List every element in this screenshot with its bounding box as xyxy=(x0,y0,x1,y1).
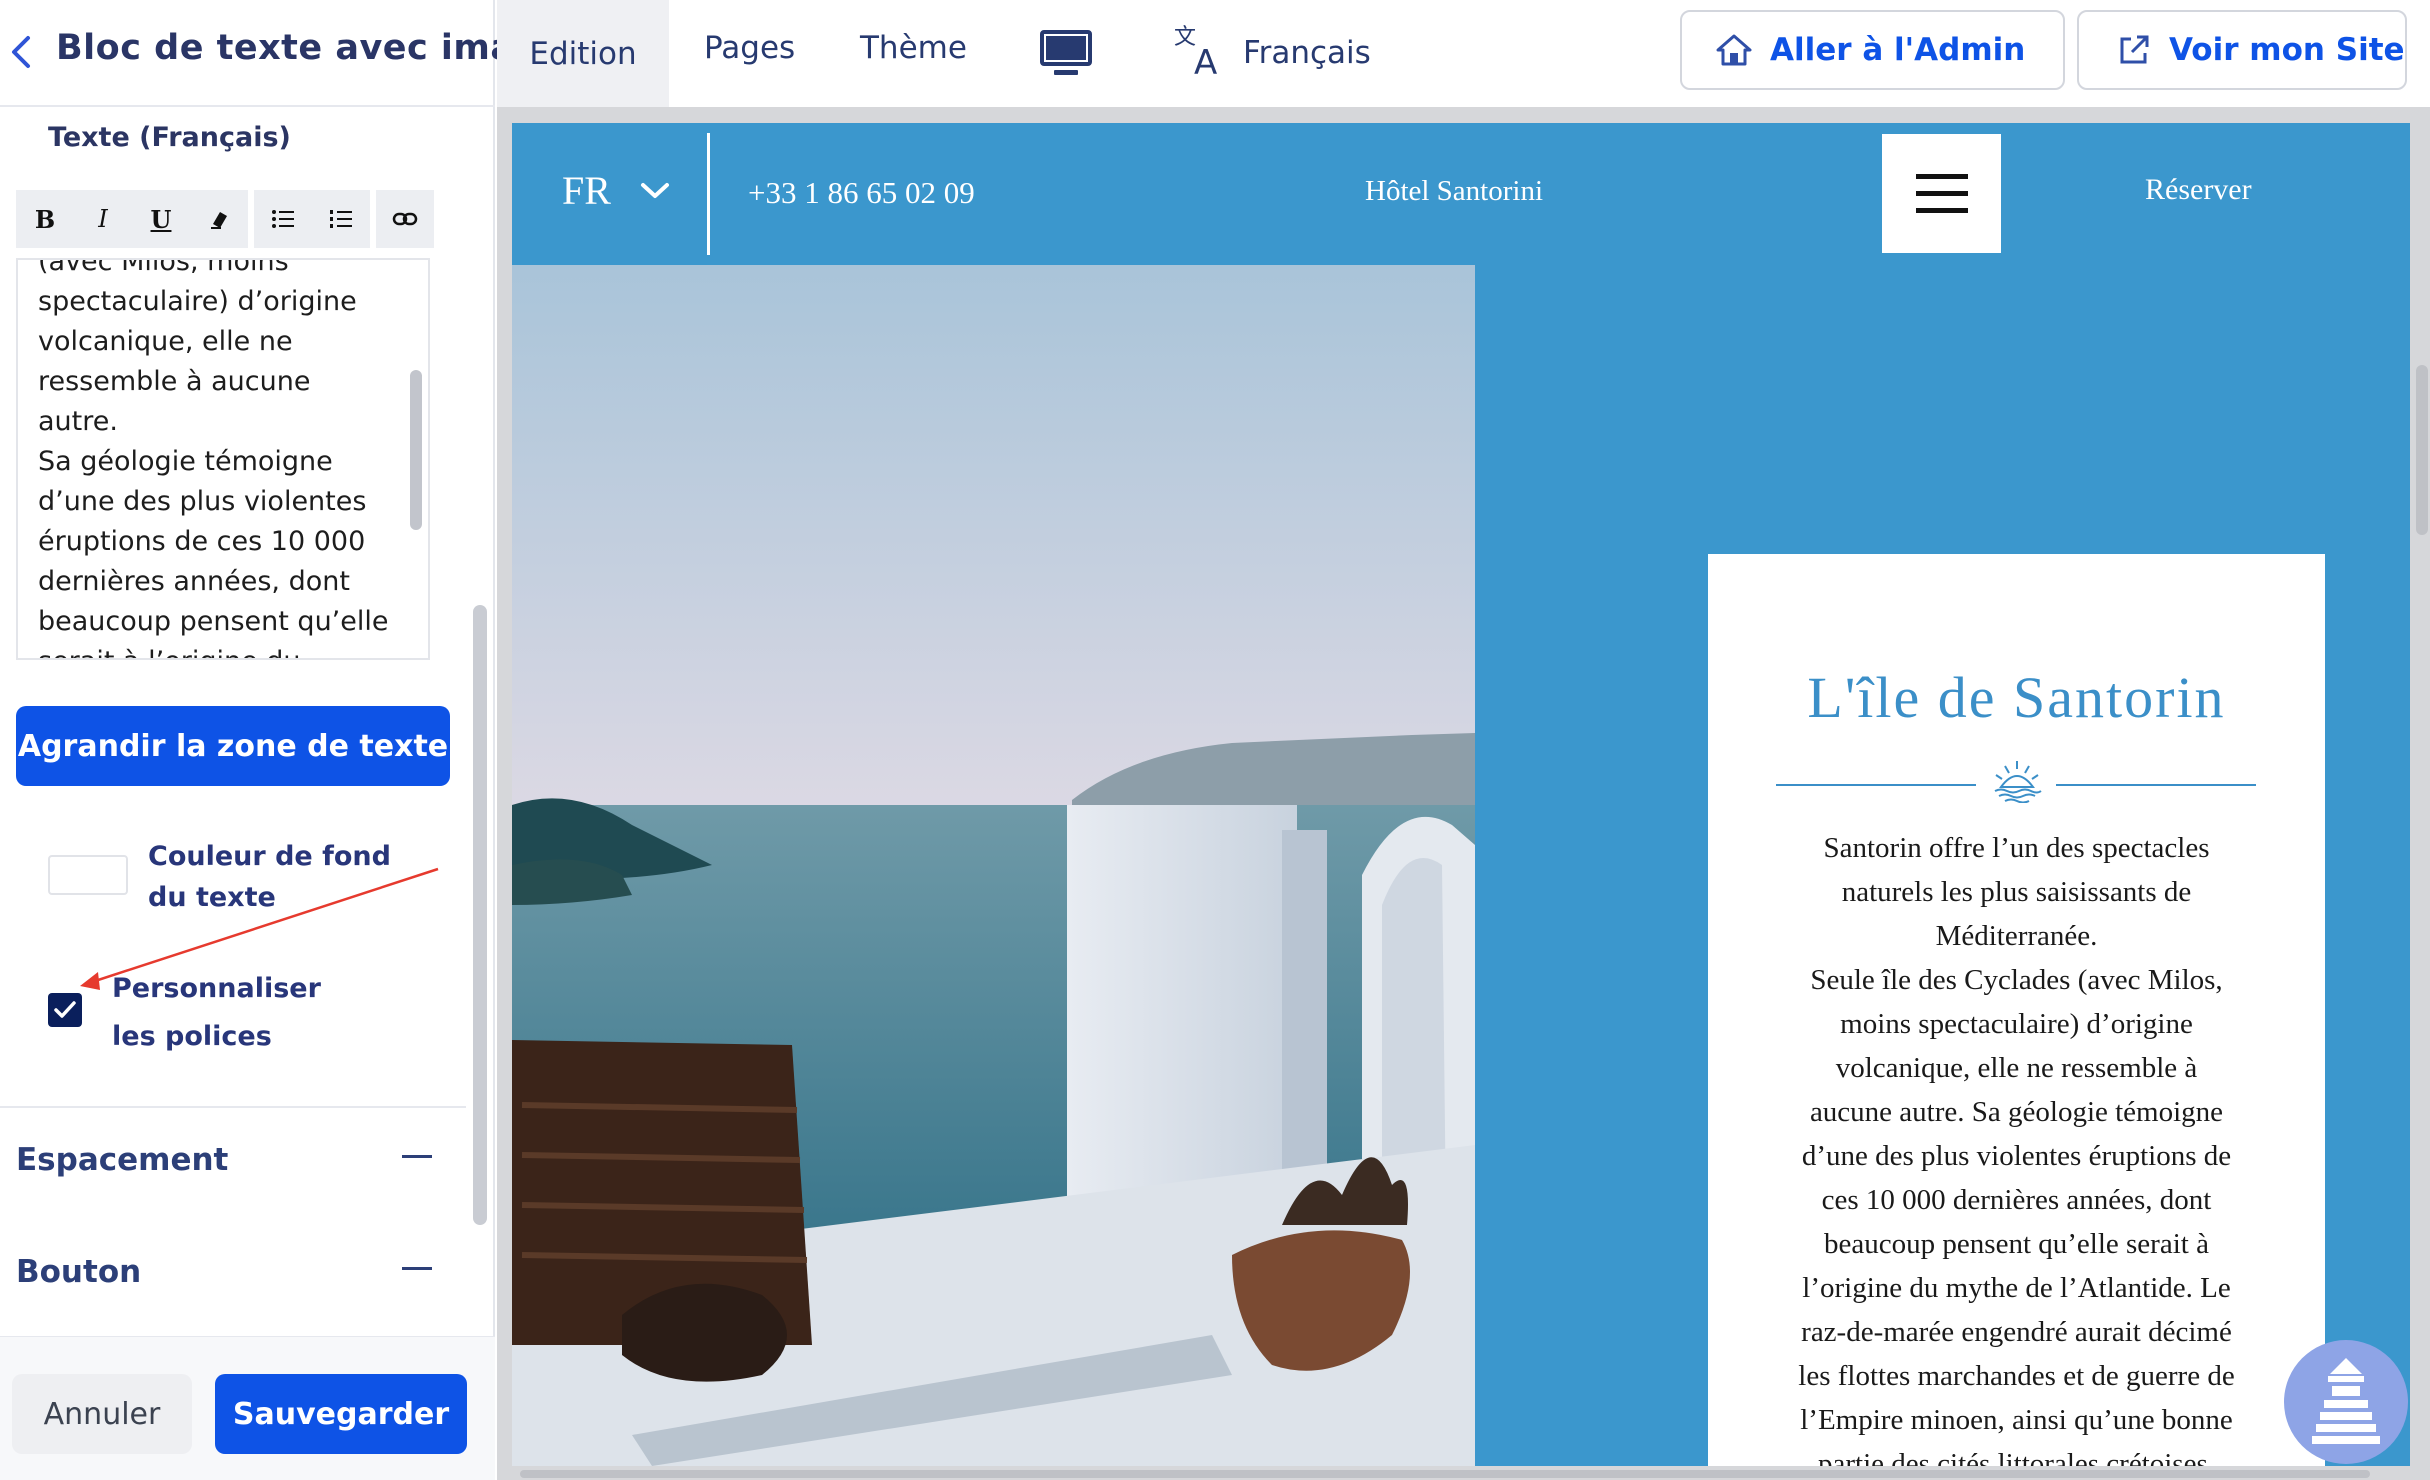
link-group xyxy=(376,190,434,248)
link-icon xyxy=(392,212,418,226)
text-bg-color-swatch[interactable] xyxy=(48,855,128,895)
site-name[interactable]: Hôtel Santorini xyxy=(1365,175,1543,208)
minus-icon[interactable] xyxy=(402,1155,432,1158)
lighthouse-icon xyxy=(2312,1358,2380,1444)
editor-sidebar: Bloc de texte avec image Texte (Français… xyxy=(0,0,564,1480)
admin-button-label: Aller à l'Admin xyxy=(1770,32,2026,68)
top-navigation: Edition Pages Thème 文 A Français Aller à… xyxy=(497,0,2430,107)
bullet-list-icon xyxy=(272,210,294,228)
site-reserve-link[interactable]: Réserver xyxy=(2145,173,2252,207)
translate-icon[interactable]: 文 A xyxy=(1172,20,1230,78)
underline-button[interactable]: U xyxy=(146,199,176,239)
view-site-button[interactable]: Voir mon Site xyxy=(2077,10,2407,90)
numbered-list-icon xyxy=(330,210,352,228)
format-group: B I U xyxy=(16,190,248,248)
italic-button[interactable]: I xyxy=(88,199,118,239)
site-preview[interactable]: FR +33 1 86 65 02 09 Hôtel Santorini Rés… xyxy=(512,123,2410,1466)
sidebar-footer: Annuler Sauvegarder xyxy=(0,1336,495,1480)
cancel-button[interactable]: Annuler xyxy=(12,1374,192,1454)
rich-text-editor[interactable]: (avec Milos, moins spectaculaire) d’orig… xyxy=(16,258,430,660)
link-button[interactable] xyxy=(390,199,420,239)
save-button[interactable]: Sauvegarder xyxy=(215,1374,467,1454)
help-widget-button[interactable] xyxy=(2284,1340,2408,1464)
site-header: FR +33 1 86 65 02 09 Hôtel Santorini Rés… xyxy=(512,123,2410,265)
tab-pages[interactable]: Pages xyxy=(704,30,795,66)
clear-format-button[interactable] xyxy=(204,199,234,239)
desktop-monitor-icon[interactable] xyxy=(1040,28,1092,80)
checkmark-icon xyxy=(54,1001,76,1018)
sunrise-icon xyxy=(1994,761,2042,803)
sidebar-scrollbar[interactable] xyxy=(473,605,487,1225)
card-title: L'île de Santorin xyxy=(1807,665,2226,730)
text-field-label: Texte (Français) xyxy=(48,122,291,153)
header-separator xyxy=(707,133,710,255)
chevron-left-icon[interactable] xyxy=(8,32,34,72)
go-to-admin-button[interactable]: Aller à l'Admin xyxy=(1680,10,2065,90)
card-rule-left xyxy=(1776,784,1976,786)
sidebar-title: Bloc de texte avec image xyxy=(56,28,565,68)
home-icon xyxy=(1716,34,1752,66)
tab-edition[interactable]: Edition xyxy=(497,0,669,107)
site-button-label: Voir mon Site xyxy=(2169,32,2405,68)
card-rule-right xyxy=(2056,784,2256,786)
custom-fonts-checkbox[interactable] xyxy=(48,993,82,1027)
section-button-header[interactable]: Bouton xyxy=(16,1254,141,1290)
text-card[interactable]: L'île de Santorin Santorin offre l’un de… xyxy=(1708,554,2325,1466)
minus-icon[interactable] xyxy=(402,1267,432,1270)
section-divider xyxy=(0,1106,466,1108)
text-bg-color-label: Couleur de fond du texte xyxy=(148,841,391,913)
editor-text: (avec Milos, moins spectaculaire) d’orig… xyxy=(38,258,389,658)
card-body: Santorin offre l’un des spectacles natur… xyxy=(1798,832,2235,1466)
hamburger-menu-button[interactable] xyxy=(1882,134,2001,253)
svg-text:文: 文 xyxy=(1174,25,1196,50)
external-link-icon xyxy=(2120,35,2149,64)
numbered-list-button[interactable] xyxy=(326,199,356,239)
eraser-icon xyxy=(211,212,227,229)
section-spacing-header[interactable]: Espacement xyxy=(16,1142,228,1178)
santorini-photo xyxy=(512,265,1475,1466)
preview-scrollbar-horizontal[interactable] xyxy=(520,1470,2370,1478)
enlarge-textarea-button[interactable]: Agrandir la zone de texte xyxy=(16,706,450,786)
preview-scrollbar-vertical[interactable] xyxy=(2416,365,2428,535)
svg-text:A: A xyxy=(1194,43,1217,78)
rich-text-toolbar: B I U xyxy=(16,190,434,248)
list-group xyxy=(254,190,370,248)
site-language[interactable]: FR xyxy=(562,167,611,214)
bold-button[interactable]: B xyxy=(30,199,60,239)
editor-scrollbar[interactable] xyxy=(410,370,422,530)
hamburger-icon xyxy=(1915,173,1968,213)
tab-theme[interactable]: Thème xyxy=(860,30,967,66)
custom-fonts-label: Personnaliser les polices xyxy=(112,973,321,1052)
bullet-list-button[interactable] xyxy=(268,199,298,239)
language-selector[interactable]: Français xyxy=(1243,35,1371,71)
chevron-down-icon[interactable] xyxy=(640,181,670,201)
sidebar-header: Bloc de texte avec image xyxy=(0,0,564,107)
site-phone[interactable]: +33 1 86 65 02 09 xyxy=(748,175,975,211)
